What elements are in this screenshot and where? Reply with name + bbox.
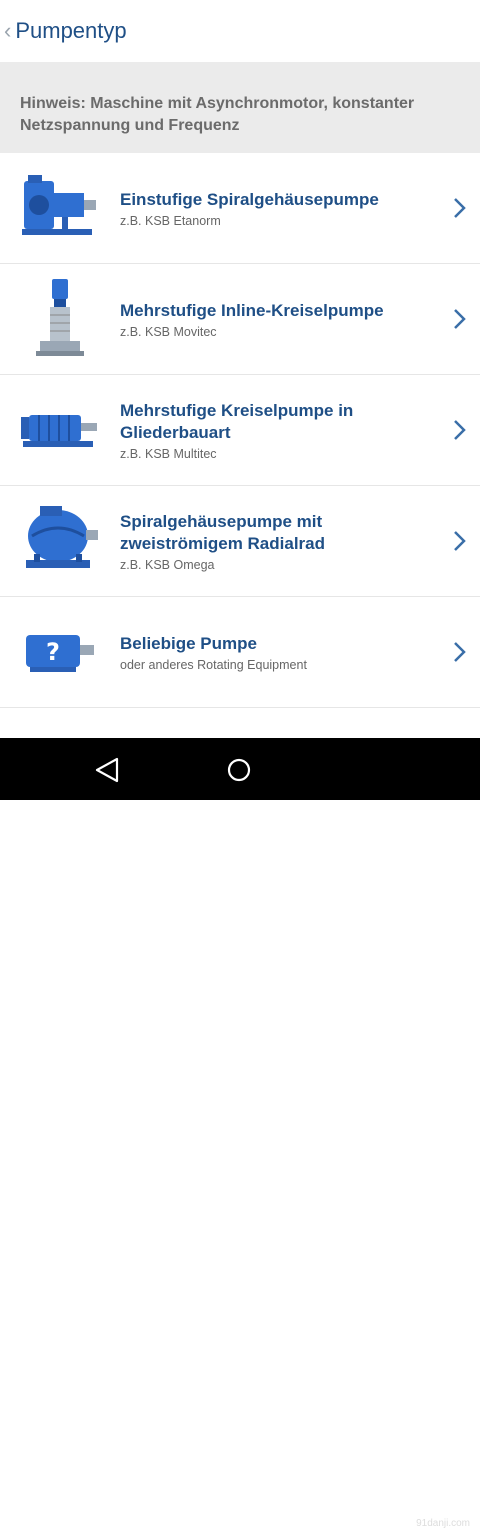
list-item-beliebige-pumpe[interactable]: ? Beliebige Pumpe oder anderes Rotating … [0, 597, 480, 708]
list-item-mehrstufige-inline[interactable]: Mehrstufige Inline-Kreiselpumpe z.B. KSB… [0, 264, 480, 375]
chevron-right-icon [454, 531, 466, 551]
item-title: Mehrstufige Inline-Kreiselpumpe [120, 300, 384, 320]
item-title: Einstufige Spiralgehäusepumpe [120, 189, 379, 209]
split-case-pump-image [18, 501, 102, 581]
multistage-pump-image [18, 390, 102, 470]
pump-type-list: Einstufige Spiralgehäusepumpe z.B. KSB E… [0, 153, 480, 708]
chevron-left-icon: ‹ [4, 18, 12, 43]
list-item-spiralgehaeuse-zweistroemig[interactable]: Spiralgehäusepumpe mit zweiströmigem Rad… [0, 486, 480, 597]
app-header: ‹ Pumpentyp [0, 0, 480, 62]
item-subtitle: z.B. KSB Multitec [120, 446, 217, 461]
svg-text:?: ? [46, 638, 60, 666]
nav-home-icon[interactable] [221, 754, 257, 786]
generic-pump-question-image: ? [18, 612, 102, 692]
chevron-right-icon [454, 420, 466, 440]
list-item-einstufige[interactable]: Einstufige Spiralgehäusepumpe z.B. KSB E… [0, 153, 480, 264]
vertical-inline-pump-image [18, 279, 102, 359]
item-title: Mehrstufige Kreiselpumpe in Gliederbauar… [120, 400, 354, 442]
watermark-logo: 9L游戏 [396, 1493, 470, 1518]
notice-banner: Hinweis: Maschine mit Asynchronmotor, ko… [0, 62, 480, 153]
item-title: Spiralgehäusepumpe mit zweiströmigem Rad… [120, 511, 326, 553]
watermark: 9L游戏 91danji.com [396, 1488, 470, 1529]
item-subtitle: z.B. KSB Etanorm [120, 213, 221, 228]
android-nav-bar: 9L游戏 91danji.com [0, 738, 480, 1529]
chevron-right-icon [454, 309, 466, 329]
end-suction-pump-image [18, 168, 102, 248]
list-item-gliederbauart[interactable]: Mehrstufige Kreiselpumpe in Gliederbauar… [0, 375, 480, 486]
item-title: Beliebige Pumpe [120, 633, 257, 653]
back-button[interactable]: ‹ Pumpentyp [0, 11, 127, 51]
chevron-right-icon [454, 642, 466, 662]
item-subtitle: z.B. KSB Omega [120, 557, 215, 572]
nav-back-icon[interactable] [89, 754, 125, 786]
item-subtitle: z.B. KSB Movitec [120, 324, 217, 339]
chevron-right-icon [454, 198, 466, 218]
item-subtitle: oder anderes Rotating Equipment [120, 657, 307, 672]
page-title: Pumpentyp [15, 18, 127, 43]
